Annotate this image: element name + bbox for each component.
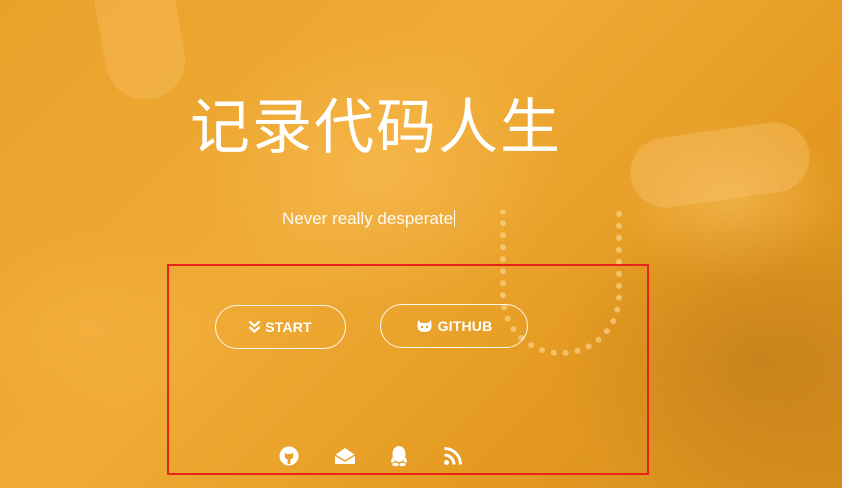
hero-subtitle-text: Never really desperate [282, 209, 454, 228]
octocat-icon [416, 319, 433, 333]
envelope-icon[interactable] [334, 445, 356, 467]
github-button-label: GITHUB [437, 318, 493, 334]
github-icon[interactable] [278, 445, 300, 467]
qq-penguin-icon[interactable] [388, 445, 410, 467]
double-chevron-down-icon [249, 321, 261, 333]
hero-title: 记录代码人生 [190, 94, 562, 161]
rss-icon[interactable] [442, 445, 464, 467]
highlight-box [167, 264, 649, 475]
start-button-label: START [265, 319, 312, 335]
github-button[interactable]: GITHUB [380, 304, 528, 348]
hero-subtitle: Never really desperate [282, 209, 456, 229]
start-button[interactable]: START [215, 305, 346, 349]
typing-caret [454, 210, 456, 227]
